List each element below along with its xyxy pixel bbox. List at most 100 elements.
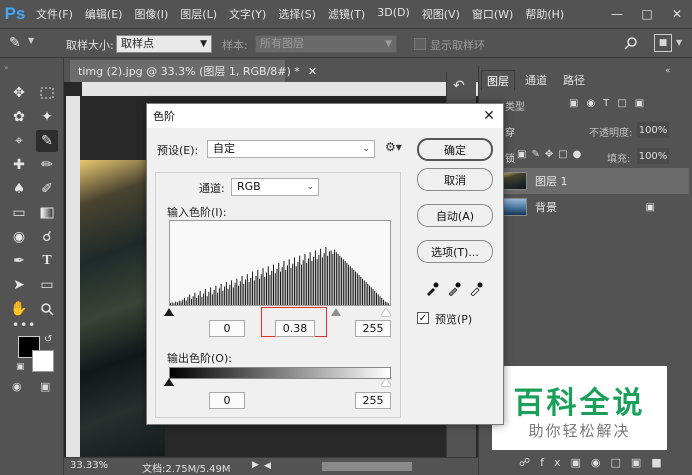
white-point-eyedropper-icon[interactable] [467,280,485,298]
dialog-titlebar[interactable]: 色阶 ✕ [147,104,503,128]
background-color-swatch[interactable] [32,350,54,372]
chevron-down-icon[interactable]: ▼ [676,38,682,47]
stamp-tool-icon[interactable]: ♠ [8,178,30,200]
tab-layers[interactable]: 图层 [481,70,515,90]
close-icon[interactable]: ✕ [662,0,692,28]
dodge-tool-icon[interactable]: ☌ [36,226,58,248]
input-black-field[interactable]: 0 [209,320,245,337]
collapse-panel-icon[interactable]: « [665,66,671,76]
layer-bottom-icons[interactable]: ☍fx▣◉□▣■ [519,456,672,469]
magic-wand-icon[interactable]: ✦ [36,106,58,128]
preview-checkbox[interactable]: ✓ [417,312,429,324]
close-icon[interactable]: ✕ [479,106,499,126]
history-brush-icon[interactable]: ✐ [36,178,58,200]
channel-select[interactable]: RGB ⌄ [231,178,319,196]
preset-select[interactable]: 自定 ⌄ [207,140,375,158]
gray-point-eyedropper-icon[interactable] [445,280,463,298]
path-select-icon[interactable]: ➤ [8,274,30,296]
histogram-bar [386,302,388,305]
menu-item[interactable]: 帮助(H) [519,6,570,22]
eyedropper-tool-icon[interactable]: ✎ [36,130,58,152]
lock-icons[interactable]: ▣✎✥□● [517,149,586,160]
menu-item[interactable]: 文字(Y) [223,6,272,22]
input-black-slider[interactable] [164,308,174,316]
fill-input[interactable]: 100% [637,148,669,164]
marquee-tool-icon[interactable] [36,82,58,104]
sample-size-select[interactable]: 取样点 ▼ [116,35,212,53]
rectangle-tool-icon[interactable]: ▭ [36,274,58,296]
quick-mask-icon[interactable]: ◉ [12,380,22,393]
menu-item[interactable]: 文件(F) [30,6,79,22]
maximize-icon[interactable]: □ [632,0,662,28]
options-button[interactable]: 选项(T)... [417,240,493,263]
histogram-bar [276,268,278,305]
status-arrow-icon[interactable]: ▶ [252,460,259,470]
tab-paths[interactable]: 路径 [557,70,591,90]
show-ring-checkbox[interactable] [414,38,426,50]
histogram-bar [339,255,341,305]
document-tab[interactable]: timg (2).jpg @ 33.3% (图层 1, RGB/8#) * ✕ [70,60,317,82]
preset-options-gear-icon[interactable]: ⚙▾ [385,140,402,154]
menu-item[interactable]: 滤镜(T) [322,6,371,22]
menu-item[interactable]: 窗口(W) [466,6,519,22]
sample-select[interactable]: 所有图层 ▼ [255,35,397,53]
workspace-icon[interactable]: ■ [654,34,672,52]
eraser-tool-icon[interactable]: ▭ [8,202,30,224]
collapse-icon[interactable]: » [4,64,26,72]
menu-item[interactable]: 编辑(E) [79,6,129,22]
blur-tool-icon[interactable]: ◉ [8,226,30,248]
brush-tool-icon[interactable]: ✏ [36,154,58,176]
input-gamma-slider[interactable] [331,308,341,316]
histogram-bar [369,285,371,305]
move-tool-icon[interactable]: ✥ [8,82,30,104]
black-point-eyedropper-icon[interactable] [423,280,441,298]
menu-item[interactable]: 图层(L) [174,6,223,22]
close-tab-icon[interactable]: ✕ [308,65,317,78]
minimize-icon[interactable]: — [602,0,632,28]
menu-item[interactable]: 3D(D) [371,6,416,22]
menu-item[interactable]: 图像(I) [128,6,174,22]
menu-item[interactable]: 视图(V) [416,6,466,22]
opacity-input[interactable]: 100% [637,122,669,138]
tab-channels[interactable]: 通道 [519,70,553,90]
healing-brush-icon[interactable]: ✚ [8,154,30,176]
auto-button[interactable]: 自动(A) [417,204,493,227]
blend-mode-select[interactable]: 穿 [505,124,515,139]
gradient-tool-icon[interactable] [36,202,58,224]
type-tool-icon[interactable]: T [36,250,58,272]
history-panel-icon[interactable]: ↶ [453,78,465,94]
layer-row-background[interactable]: 背景 ▣ [499,194,689,220]
zoom-level[interactable]: 33.33% [70,460,108,471]
input-white-field[interactable]: 255 [355,320,391,337]
output-white-field[interactable]: 255 [355,392,391,409]
menu-item[interactable]: 选择(S) [272,6,322,22]
more-tools-icon[interactable]: ••• [12,318,36,332]
output-white-slider[interactable] [381,378,391,386]
scroll-left-icon[interactable]: ◀ [264,461,271,471]
lasso-tool-icon[interactable]: ✿ [8,106,30,128]
screen-mode-icon[interactable]: ▣ [40,380,50,393]
swap-colors-icon[interactable]: ↺ [44,334,52,345]
horizontal-scrollbar[interactable] [322,462,412,471]
layer-filter-icons[interactable]: ▣◉T□▣ [569,98,652,109]
histogram-bar [286,265,288,305]
pen-tool-icon[interactable]: ✒ [8,250,30,272]
histogram-bar [306,262,308,305]
ok-button[interactable]: 确定 [417,138,493,161]
histogram-bar [309,252,311,305]
eyedropper-icon[interactable]: ✎ [6,34,24,52]
cancel-button[interactable]: 取消 [417,168,493,191]
histogram-bar [327,255,329,305]
chevron-down-icon[interactable]: ▼ [28,36,34,45]
input-gamma-field[interactable]: 0.38 [275,320,315,337]
default-colors-icon[interactable]: ▣ [16,362,25,372]
layer-kind-filter[interactable]: 类型 [505,98,525,113]
search-icon[interactable] [622,34,640,52]
zoom-tool-icon[interactable] [36,298,58,320]
output-black-slider[interactable] [164,378,174,386]
histogram-bar [229,284,231,305]
output-black-field[interactable]: 0 [209,392,245,409]
input-white-slider[interactable] [381,308,391,316]
layer-row-layer-1[interactable]: 图层 1 [499,168,689,194]
crop-tool-icon[interactable]: ⌖ [8,130,30,152]
